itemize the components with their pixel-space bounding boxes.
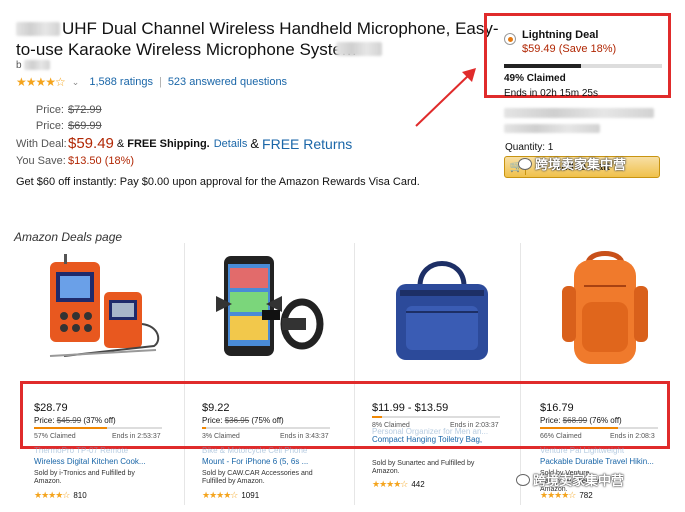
deal-title-hidden-line: ThermoPro TP-07 Remote	[34, 446, 129, 455]
wechat-icon	[516, 474, 530, 486]
deal-card[interactable]: $28.79 Price: $45.99 (37% off) 57% Claim…	[34, 246, 174, 504]
deal-title-link[interactable]: Mount - For iPhone 6 (5, 6s ...	[202, 457, 308, 466]
deal-card[interactable]: $11.99 - $13.59 8% Claimed Ends in 2:03:3…	[372, 246, 512, 504]
lightning-deal-title: Lightning Deal	[522, 29, 599, 41]
lightning-deal-panel: Lightning Deal $59.49 (Save 18%) 49% Cla…	[492, 17, 668, 99]
deal-sold-by: Sold by CAW.CAR Accessories and Fulfille…	[202, 470, 313, 485]
lightning-deal-ends: Ends in 02h 15m 25s	[504, 88, 598, 99]
deal-price: $9.22	[202, 402, 230, 414]
thermometer-product-image[interactable]	[34, 246, 174, 374]
deal-title-hidden-line: Bike & Motorcycle Cell Phone	[202, 446, 308, 455]
lightning-deal-progress-fill	[504, 64, 582, 68]
wechat-icon	[518, 158, 532, 170]
claimed-progress-fill	[372, 416, 383, 418]
deal-rating[interactable]: ★★★★☆ 810	[34, 490, 87, 501]
lightning-deal-claimed: 49% Claimed	[504, 73, 566, 84]
deal-meta: 57% Claimed Ends in 2:53:37	[34, 433, 161, 440]
claimed-progress	[202, 427, 330, 429]
deal-price: $11.99 - $13.59	[372, 402, 449, 414]
toiletry-bag-product-image[interactable]	[372, 246, 512, 374]
deal-card[interactable]: $16.79 Price: $68.99 (76% off) 66% Claim…	[540, 246, 670, 504]
deal-title-link[interactable]: Packable Durable Travel Hikin...	[540, 457, 654, 466]
deal-sold-by: Sold by i-Tronics and Fulfilled by Amazo…	[34, 470, 135, 485]
deal-price: $16.79	[540, 402, 574, 414]
lightning-deal-progress	[504, 64, 662, 68]
deal-price-line: Price: $45.99 (37% off)	[34, 416, 116, 425]
claimed-progress-fill	[540, 427, 618, 429]
deals-page-heading: Amazon Deals page	[14, 230, 123, 244]
card-divider	[520, 243, 521, 505]
deal-rating[interactable]: ★★★★☆ 1091	[202, 490, 259, 501]
deal-sold-by: Sold by Sunartec and Fulfilled by Amazon…	[372, 460, 475, 475]
deal-title-hidden-line: Venture Pal Lightweight	[540, 446, 625, 455]
deal-meta: 66% Claimed Ends in 2:08:3	[540, 433, 655, 440]
quantity-selector[interactable]: Quantity: 1	[505, 142, 553, 153]
deal-price-line: Price: $36.95 (75% off)	[202, 416, 284, 425]
claimed-progress	[372, 416, 500, 418]
deal-rating[interactable]: ★★★★☆ 442	[372, 479, 425, 490]
lightning-deal-price: $59.49 (Save 18%)	[522, 43, 617, 55]
blurred-buy-box-line-2	[504, 124, 600, 133]
deal-title-link[interactable]: Wireless Digital Kitchen Cook...	[34, 457, 146, 466]
claimed-progress	[540, 427, 658, 429]
deal-price: $28.79	[34, 402, 68, 414]
watermark-top: 跨境卖家集中营	[518, 154, 626, 173]
deal-card[interactable]: $9.22 Price: $36.95 (75% off) 3% Claimed…	[202, 246, 342, 504]
deal-meta: 3% Claimed Ends in 3:43:37	[202, 433, 329, 440]
phone-mount-product-image[interactable]	[202, 246, 342, 374]
claimed-progress-fill	[202, 427, 206, 429]
card-divider	[354, 243, 355, 505]
backpack-product-image[interactable]	[540, 246, 670, 374]
blurred-buy-box-line-1	[504, 108, 654, 118]
watermark-bottom: 跨境卖家集中营	[516, 470, 624, 489]
deal-rating[interactable]: ★★★★☆ 782	[540, 490, 593, 501]
deal-title-link[interactable]: Compact Hanging Toiletry Bag,	[372, 435, 482, 444]
lightning-deal-radio[interactable]	[504, 33, 516, 45]
claimed-progress-fill	[34, 427, 107, 429]
deal-price-line: Price: $68.99 (76% off)	[540, 416, 622, 425]
card-divider	[184, 243, 185, 505]
claimed-progress	[34, 427, 162, 429]
